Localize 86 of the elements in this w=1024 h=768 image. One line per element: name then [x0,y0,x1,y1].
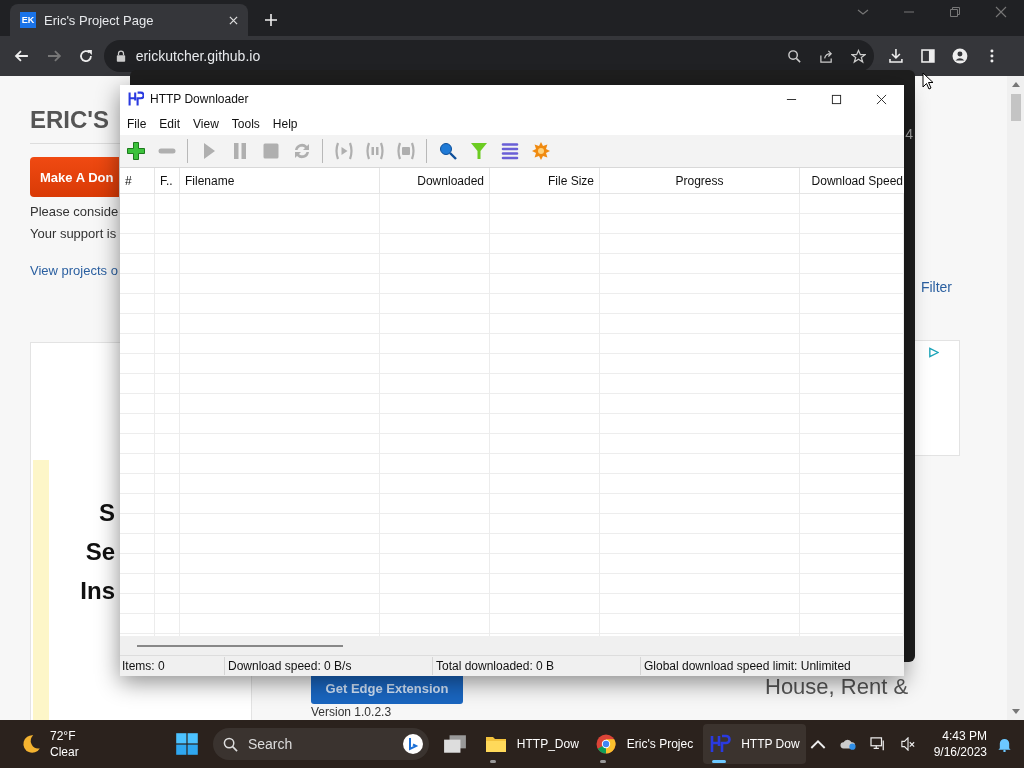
stop-icon [261,141,281,161]
page-heading: ERIC'S [30,106,110,134]
menu-item[interactable]: File [127,117,147,131]
taskbar-app[interactable]: Eric's Projec [588,724,700,764]
scrollbar-thumb[interactable] [137,644,343,647]
moon-icon [20,733,42,755]
stop-all-icon [396,141,416,161]
list-icon [500,141,520,161]
scrollbar[interactable] [1007,76,1024,720]
notification-bell-icon[interactable] [997,736,1012,752]
star-icon[interactable] [851,48,867,64]
forward-icon[interactable] [45,48,62,64]
browser-tab[interactable]: EK Eric's Project Page [10,4,248,36]
tab-title: Eric's Project Page [44,12,155,28]
close-tab-icon[interactable] [229,15,238,25]
bing-icon[interactable] [402,734,423,754]
donate-button[interactable]: Make A Don [30,157,119,197]
menu-item[interactable]: Help [272,117,298,131]
pause-all-icon [365,141,385,161]
back-icon[interactable] [14,48,30,64]
search-icon [438,141,458,161]
column-header[interactable]: Progress [600,168,800,193]
temperature-text: 72°F [50,728,77,744]
clock-time[interactable]: 4:43 PM [942,728,987,744]
search-icon [222,736,238,752]
lock-icon [115,50,126,62]
column-header[interactable]: Filename [180,168,380,193]
status-text: Total downloaded: 0 B [433,657,641,675]
menu-item[interactable]: Edit [159,117,181,131]
new-tab-icon[interactable] [265,14,277,26]
cloud-icon[interactable] [839,737,856,751]
options-icon [531,141,551,161]
window-text: 4 [905,126,913,142]
favicon: EK [20,12,36,28]
weather-text: Clear [50,744,79,760]
reload-icon[interactable] [77,48,94,64]
scroll-up-icon[interactable] [1011,81,1020,87]
url-text: erickutcher.github.io [135,48,261,64]
side-panel-icon[interactable] [920,48,937,64]
taskbar-app[interactable]: HTTP_Dow [478,724,585,764]
app-logo-icon [128,91,144,107]
search-icon[interactable] [787,48,803,64]
ad-headline: Se [85,537,115,567]
filter-link[interactable]: Filter [920,279,952,295]
add-icon [126,141,146,161]
start-icon[interactable] [174,732,199,756]
folder-icon [484,734,507,754]
scrollbar-thumb[interactable] [1010,94,1021,121]
restart-icon [292,141,312,161]
download-icon[interactable] [888,48,905,64]
app-logo-icon [709,734,732,754]
restore-icon[interactable] [949,6,961,18]
ad-info-icon[interactable] [928,347,939,358]
ad-headline: Ins [80,576,115,606]
network-icon[interactable] [869,737,886,751]
task-view-icon[interactable] [442,734,467,754]
close-icon[interactable] [876,93,887,105]
filter-icon [469,141,489,161]
status-text: Global download speed limit: Unlimited [643,658,852,675]
maximize-icon[interactable] [831,93,842,105]
column-header[interactable]: Downloaded [380,168,490,193]
status-text: Download speed: 0 B/s [225,657,433,675]
page-text: Please conside [30,205,119,219]
menu-item[interactable]: Tools [231,117,260,131]
version-text: Version 1.0.2.3 [311,705,392,719]
taskbar-search[interactable]: Search [212,728,429,760]
profile-icon[interactable] [952,48,969,64]
column-header[interactable]: # [120,168,155,193]
column-header[interactable]: File Size [490,168,600,193]
page-text: Your support is [30,227,117,241]
window-title: HTTP Downloader [150,92,249,106]
start-all-icon [334,141,354,161]
column-header[interactable]: Download Speed [800,168,904,193]
menu-item[interactable]: View [193,117,219,131]
status-text: Items: 0 [120,657,225,675]
browser-icon [594,734,617,754]
scroll-down-icon[interactable] [1011,709,1020,715]
ad-text: House, Rent & [765,674,910,700]
column-header[interactable]: F.. [155,168,180,193]
ad-headline: S [99,498,115,528]
share-icon[interactable] [819,48,835,64]
address-bar[interactable]: erickutcher.github.io [103,40,875,72]
projects-link[interactable]: View projects o [30,263,118,278]
volume-muted-icon[interactable] [899,737,916,751]
taskbar-app[interactable]: HTTP Dow [703,724,806,764]
clock-date[interactable]: 9/16/2023 [933,744,987,760]
